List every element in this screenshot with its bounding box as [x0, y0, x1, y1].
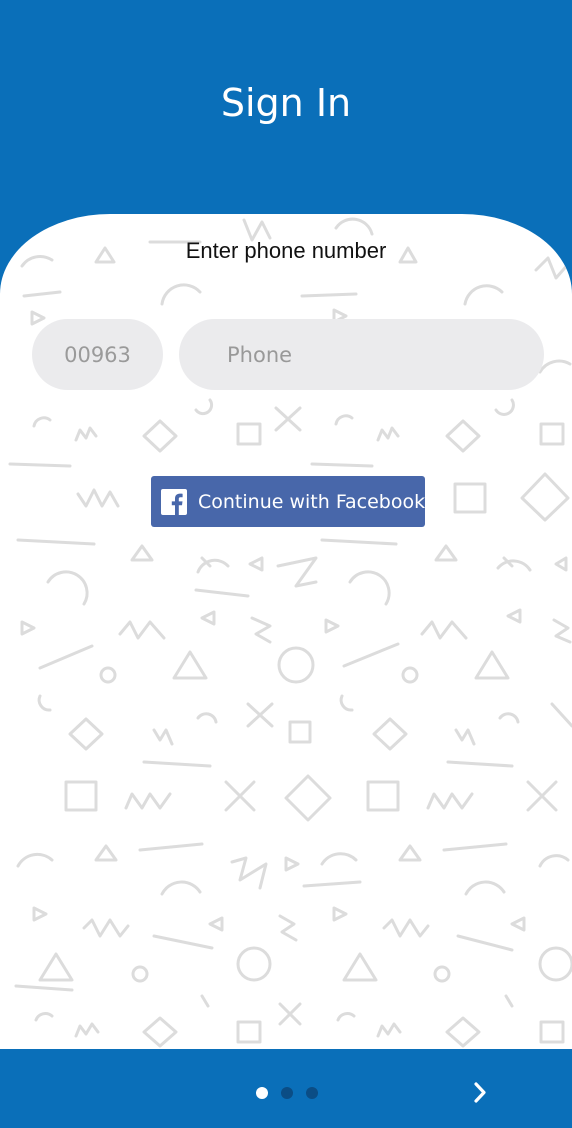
page-indicator — [256, 1087, 318, 1099]
sign-in-screen: Sign In Enter phone number 00963 Phone C… — [0, 0, 572, 1128]
phone-prompt-label: Enter phone number — [185, 238, 387, 263]
page-indicator-dot-active — [256, 1087, 268, 1099]
bottom-navigation-bar — [0, 1049, 572, 1128]
header: Sign In — [0, 0, 572, 230]
continue-with-facebook-button[interactable]: Continue with Facebook — [151, 476, 425, 527]
page-indicator-dot — [281, 1087, 293, 1099]
country-code-field[interactable] — [32, 319, 163, 390]
sign-in-card: Enter phone number Continue with Faceboo… — [0, 214, 572, 1050]
page-indicator-dot — [306, 1087, 318, 1099]
next-button[interactable] — [462, 1075, 498, 1111]
facebook-button-label: Continue with Facebook — [198, 490, 426, 513]
facebook-f-icon — [161, 488, 187, 515]
phone-number-input[interactable] — [179, 319, 544, 390]
page-title: Sign In — [220, 81, 352, 125]
chevron-right-icon — [474, 1082, 486, 1103]
